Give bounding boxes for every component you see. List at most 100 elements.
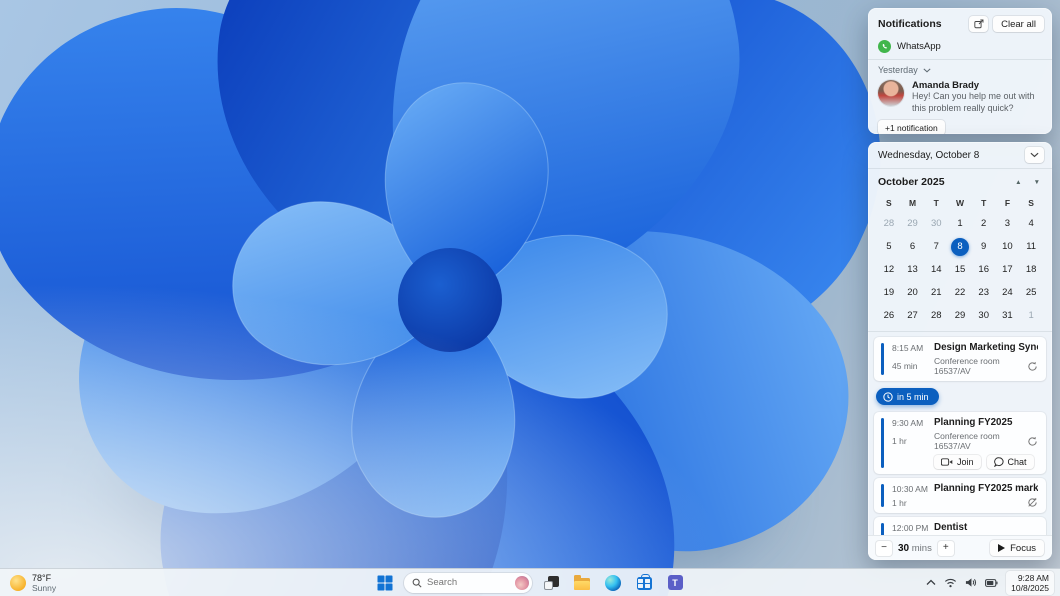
focus-decrease-button[interactable]: − bbox=[876, 540, 892, 556]
search-highlight-image[interactable] bbox=[515, 575, 529, 590]
weather-temperature: 78°F bbox=[32, 572, 52, 583]
focus-start-button[interactable]: Focus bbox=[990, 540, 1044, 556]
calendar-day[interactable]: 22 bbox=[948, 281, 972, 304]
teams-icon: T bbox=[667, 575, 683, 590]
calendar-grid: S M T W T F S 28 29 30 1 2 3 4 5 6 7 8 9 10 11 12 13 14 15 16 17 18… bbox=[868, 191, 1052, 331]
agenda-event[interactable]: 12:00 PMDentist1 hrRedmond Dentistry bbox=[874, 517, 1046, 535]
more-notifications-button[interactable]: +1 notification bbox=[878, 120, 945, 134]
weather-widget[interactable]: 78°F Sunny bbox=[10, 573, 56, 593]
calendar-weekday: W bbox=[955, 197, 964, 208]
calendar-day[interactable]: 29 bbox=[901, 212, 925, 235]
calendar-day[interactable]: 20 bbox=[901, 281, 925, 304]
reminder-pill[interactable]: in 5 min bbox=[876, 388, 939, 405]
calendar-day[interactable]: 4 bbox=[1019, 212, 1043, 235]
edge-icon bbox=[605, 574, 621, 591]
calendar-day[interactable]: 15 bbox=[948, 258, 972, 281]
notification-app-name: WhatsApp bbox=[897, 41, 941, 52]
microsoft-store-button[interactable] bbox=[632, 571, 656, 595]
calendar-day[interactable]: 30 bbox=[972, 304, 996, 327]
focus-button-label: Focus bbox=[1010, 542, 1036, 554]
notification-message: Hey! Can you help me out with this probl… bbox=[912, 91, 1035, 113]
calendar-day[interactable]: 27 bbox=[901, 304, 925, 327]
calendar-day[interactable]: 19 bbox=[877, 281, 901, 304]
calendar-day[interactable]: 9 bbox=[972, 235, 996, 258]
volume-button[interactable] bbox=[965, 577, 977, 588]
focus-increase-button[interactable]: + bbox=[937, 540, 954, 556]
battery-button[interactable] bbox=[985, 578, 998, 588]
month-down-button[interactable]: ▼ bbox=[1034, 179, 1040, 186]
month-up-button[interactable]: ▲ bbox=[1015, 179, 1021, 186]
calendar-day[interactable]: 28 bbox=[877, 212, 901, 235]
agenda-event[interactable]: 9:30 AM Planning FY2025 1 hr Conference roo… bbox=[874, 412, 1046, 474]
calendar-day[interactable]: 7 bbox=[924, 235, 948, 258]
notification-item[interactable]: Amanda Brady Hey! Can you help me out wi… bbox=[868, 77, 1052, 114]
event-time: 8:15 AM bbox=[892, 342, 924, 353]
calendar-weekday: T bbox=[981, 197, 987, 208]
calendar-day[interactable]: 1 bbox=[1019, 304, 1043, 327]
network-button[interactable] bbox=[944, 577, 957, 588]
calendar-day[interactable]: 16 bbox=[972, 258, 996, 281]
event-location: Conference room 16537/AV bbox=[934, 431, 1000, 451]
calendar-day[interactable]: 21 bbox=[924, 281, 948, 304]
notification-section-header[interactable]: Yesterday bbox=[868, 60, 1052, 77]
search-box[interactable] bbox=[404, 572, 532, 593]
calendar-day[interactable]: 6 bbox=[901, 235, 925, 258]
event-join-button[interactable]: Join bbox=[934, 455, 981, 469]
calendar-day[interactable]: 25 bbox=[1019, 281, 1043, 304]
wifi-icon bbox=[945, 578, 957, 588]
notifications-title: Notifications bbox=[878, 18, 942, 30]
calendar-flyout: Wednesday, October 8 October 2025 ▲ ▼ S M… bbox=[868, 142, 1052, 560]
focus-duration-value: 30 bbox=[898, 542, 910, 554]
event-title: Design Marketing Sync bbox=[934, 342, 1038, 353]
search-input[interactable] bbox=[427, 577, 499, 588]
calendar-collapse-button[interactable] bbox=[1025, 147, 1044, 163]
calendar-day[interactable]: 23 bbox=[972, 281, 996, 304]
notification-settings-button[interactable] bbox=[969, 16, 989, 32]
event-title: Planning FY2025 marketing bbox=[934, 483, 1038, 494]
search-icon bbox=[412, 578, 422, 588]
event-time: 9:30 AM bbox=[892, 417, 924, 428]
hidden-icons-button[interactable] bbox=[926, 579, 936, 586]
calendar-day-selected[interactable]: 8 bbox=[948, 235, 972, 258]
calendar-day[interactable]: 14 bbox=[924, 258, 948, 281]
focus-duration-unit: mins bbox=[911, 542, 932, 554]
microsoft-store-icon bbox=[636, 574, 652, 590]
notification-settings-icon bbox=[974, 19, 984, 29]
calendar-day[interactable]: 30 bbox=[924, 212, 948, 235]
clock[interactable]: 9:28 AM 10/8/2025 bbox=[1006, 570, 1054, 595]
calendar-day[interactable]: 1 bbox=[948, 212, 972, 235]
agenda-event[interactable]: 10:30 AM Planning FY2025 marketing 1 hr bbox=[874, 478, 1046, 513]
calendar-day[interactable]: 29 bbox=[948, 304, 972, 327]
calendar-day[interactable]: 18 bbox=[1019, 258, 1043, 281]
clock-date: 10/8/2025 bbox=[1011, 582, 1049, 593]
teams-button[interactable]: T bbox=[663, 571, 687, 595]
calendar-day[interactable]: 5 bbox=[877, 235, 901, 258]
speaker-icon bbox=[966, 578, 977, 587]
start-button[interactable] bbox=[373, 571, 397, 595]
taskbar: 78°F Sunny Search T 9:28 AM 10/8/2025 bbox=[0, 568, 1060, 596]
clear-all-button[interactable]: Clear all bbox=[993, 16, 1044, 32]
calendar-day[interactable]: 13 bbox=[901, 258, 925, 281]
edge-button[interactable] bbox=[601, 571, 625, 595]
calendar-day[interactable]: 2 bbox=[972, 212, 996, 235]
notification-center: Notifications Clear all WhatsApp Yesterd… bbox=[868, 8, 1052, 134]
calendar-day[interactable]: 28 bbox=[924, 304, 948, 327]
task-view-icon bbox=[543, 575, 559, 590]
agenda-event[interactable]: 8:15 AM Design Marketing Sync 45 min Confer… bbox=[874, 337, 1046, 381]
calendar-day[interactable]: 11 bbox=[1019, 235, 1043, 258]
clock-time: 9:28 AM bbox=[1017, 572, 1049, 583]
event-title: Dentist bbox=[934, 522, 968, 533]
calendar-day[interactable]: 12 bbox=[877, 258, 901, 281]
file-explorer-button[interactable] bbox=[570, 571, 594, 595]
calendar-day[interactable]: 10 bbox=[996, 235, 1020, 258]
calendar-day[interactable]: 24 bbox=[996, 281, 1020, 304]
task-view-button[interactable] bbox=[539, 571, 563, 595]
event-time: 12:00 PM bbox=[892, 522, 929, 533]
calendar-day[interactable]: 17 bbox=[996, 258, 1020, 281]
event-chat-button[interactable]: Chat bbox=[986, 455, 1034, 469]
battery-icon bbox=[985, 578, 998, 587]
file-explorer-icon bbox=[574, 575, 590, 590]
calendar-day[interactable]: 3 bbox=[996, 212, 1020, 235]
calendar-day[interactable]: 31 bbox=[996, 304, 1020, 327]
calendar-day[interactable]: 26 bbox=[877, 304, 901, 327]
